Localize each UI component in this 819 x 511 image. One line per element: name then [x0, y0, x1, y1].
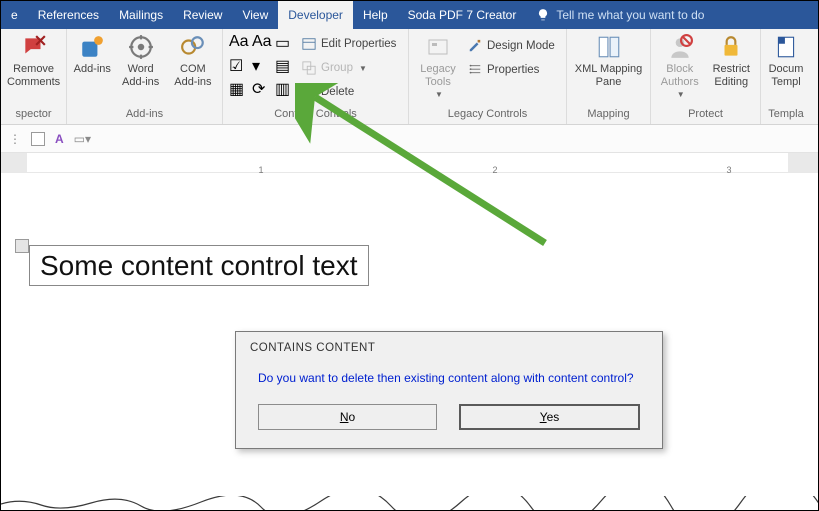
group-label-addins: Add-ins	[73, 106, 216, 124]
group-label-spector: spector	[7, 106, 60, 124]
cc-plaintext-icon[interactable]: Aa	[252, 33, 272, 53]
block-authors-button: Block Authors ▼	[657, 33, 703, 99]
remove-comments-icon	[20, 33, 48, 61]
content-control-text: Some content control text	[40, 250, 358, 281]
subbar-dropdown-icon[interactable]: ▭▾	[74, 132, 91, 146]
subbar-item[interactable]: ⋮	[9, 132, 21, 146]
remove-comments-button[interactable]: Remove Comments	[7, 33, 60, 88]
cc-legacy-icon[interactable]: ▥	[275, 79, 295, 99]
block-authors-icon	[666, 33, 694, 61]
document-area[interactable]: Some content control text CONTAINS CONTE…	[1, 173, 818, 511]
delete-button[interactable]: Delete	[301, 81, 396, 103]
torn-edge	[1, 496, 819, 510]
xml-mapping-label: XML Mapping Pane	[573, 63, 644, 88]
remove-comments-label: Remove Comments	[7, 63, 60, 88]
cc-dropdown-icon[interactable]: ▤	[275, 56, 295, 76]
com-addins-icon	[179, 33, 207, 61]
restrict-editing-button[interactable]: Restrict Editing	[709, 33, 755, 88]
edit-properties-button[interactable]: Edit Properties	[301, 33, 396, 55]
delete-label: Delete	[321, 86, 354, 98]
app-window: e References Mailings Review View Develo…	[0, 0, 819, 511]
lightbulb-icon	[536, 8, 550, 22]
tab-mailings[interactable]: Mailings	[109, 1, 173, 29]
group-label-template: Templa	[767, 106, 805, 124]
design-mode-label: Design Mode	[487, 40, 555, 52]
chevron-down-icon: ▼	[677, 90, 685, 99]
block-authors-label: Block Authors	[657, 63, 703, 88]
edit-properties-label: Edit Properties	[321, 38, 396, 50]
addins-icon	[78, 33, 106, 61]
group-icon	[301, 60, 317, 76]
word-addins-icon	[127, 33, 155, 61]
content-control-gallery[interactable]: Aa Aa ▭ ☑ ▾ ▤ ▦ ⟳ ▥	[229, 33, 295, 99]
cc-date-icon[interactable]: ▦	[229, 79, 249, 99]
tab-review[interactable]: Review	[173, 1, 232, 29]
tab-developer[interactable]: Developer	[278, 1, 353, 29]
dialog-no-button[interactable]: No	[258, 404, 437, 430]
properties-list-icon	[467, 62, 483, 78]
group-label: Group	[321, 62, 353, 74]
cc-checkbox-icon[interactable]: ☑	[229, 56, 249, 76]
dialog-message: Do you want to delete then existing cont…	[236, 356, 662, 394]
content-control-handle[interactable]	[15, 239, 29, 253]
subbar-a[interactable]: A	[55, 132, 64, 146]
chevron-down-icon: ▼	[435, 90, 443, 99]
word-addins-label: Word Add-ins	[118, 63, 164, 88]
content-control[interactable]: Some content control text	[29, 245, 369, 286]
design-mode-button[interactable]: Design Mode	[467, 35, 555, 57]
word-addins-button[interactable]: Word Add-ins	[118, 33, 164, 88]
tab-view[interactable]: View	[232, 1, 278, 29]
xml-mapping-button[interactable]: XML Mapping Pane	[573, 33, 644, 88]
tell-me[interactable]: Tell me what you want to do	[526, 1, 714, 29]
cc-repeat-icon[interactable]: ⟳	[252, 79, 272, 99]
legacy-tools-button[interactable]: Legacy Tools ▼	[415, 33, 461, 99]
document-template-button[interactable]: Docum Templ	[767, 33, 805, 88]
confirm-dialog: CONTAINS CONTENT Do you want to delete t…	[235, 331, 663, 449]
delete-icon	[301, 84, 317, 100]
document-template-label: Docum Templ	[767, 63, 805, 88]
xml-mapping-icon	[595, 33, 623, 61]
properties-label: Properties	[487, 64, 539, 76]
sub-toolbar: ⋮ A ▭▾	[1, 125, 818, 153]
chevron-down-icon: ▼	[359, 64, 367, 73]
tab-soda-pdf[interactable]: Soda PDF 7 Creator	[398, 1, 527, 29]
dialog-title: CONTAINS CONTENT	[236, 332, 662, 356]
group-label-protect: Protect	[657, 106, 754, 124]
ribbon-tabstrip: e References Mailings Review View Develo…	[1, 1, 818, 29]
addins-button[interactable]: Add-ins	[73, 33, 112, 76]
ribbon: Remove Comments spector Add-ins Word Add…	[1, 29, 818, 125]
group-button[interactable]: Group ▼	[301, 57, 396, 79]
restrict-editing-label: Restrict Editing	[709, 63, 755, 88]
legacy-tools-label: Legacy Tools	[415, 63, 461, 88]
ruler[interactable]: 1 2 3	[1, 153, 818, 173]
addins-label: Add-ins	[74, 63, 111, 76]
tab-partial[interactable]: e	[1, 1, 28, 29]
group-label-legacy: Legacy Controls	[415, 106, 560, 124]
com-addins-label: COM Add-ins	[170, 63, 216, 88]
dialog-yes-button[interactable]: Yes	[459, 404, 640, 430]
cc-richtext-icon[interactable]: Aa	[229, 33, 249, 53]
document-template-icon	[772, 33, 800, 61]
group-label-mapping: Mapping	[573, 106, 644, 124]
subbar-box-icon[interactable]	[31, 132, 45, 146]
tab-references[interactable]: References	[28, 1, 109, 29]
design-mode-icon	[467, 38, 483, 54]
tab-help[interactable]: Help	[353, 1, 398, 29]
com-addins-button[interactable]: COM Add-ins	[170, 33, 216, 88]
properties-icon	[301, 36, 317, 52]
cc-combobox-icon[interactable]: ▾	[252, 56, 272, 76]
tell-me-label: Tell me what you want to do	[556, 8, 704, 22]
legacy-tools-icon	[424, 33, 452, 61]
properties-button[interactable]: Properties	[467, 59, 555, 81]
restrict-editing-icon	[717, 33, 745, 61]
group-label-content-controls: Content Controls	[229, 106, 402, 124]
cc-picture-icon[interactable]: ▭	[275, 33, 295, 53]
